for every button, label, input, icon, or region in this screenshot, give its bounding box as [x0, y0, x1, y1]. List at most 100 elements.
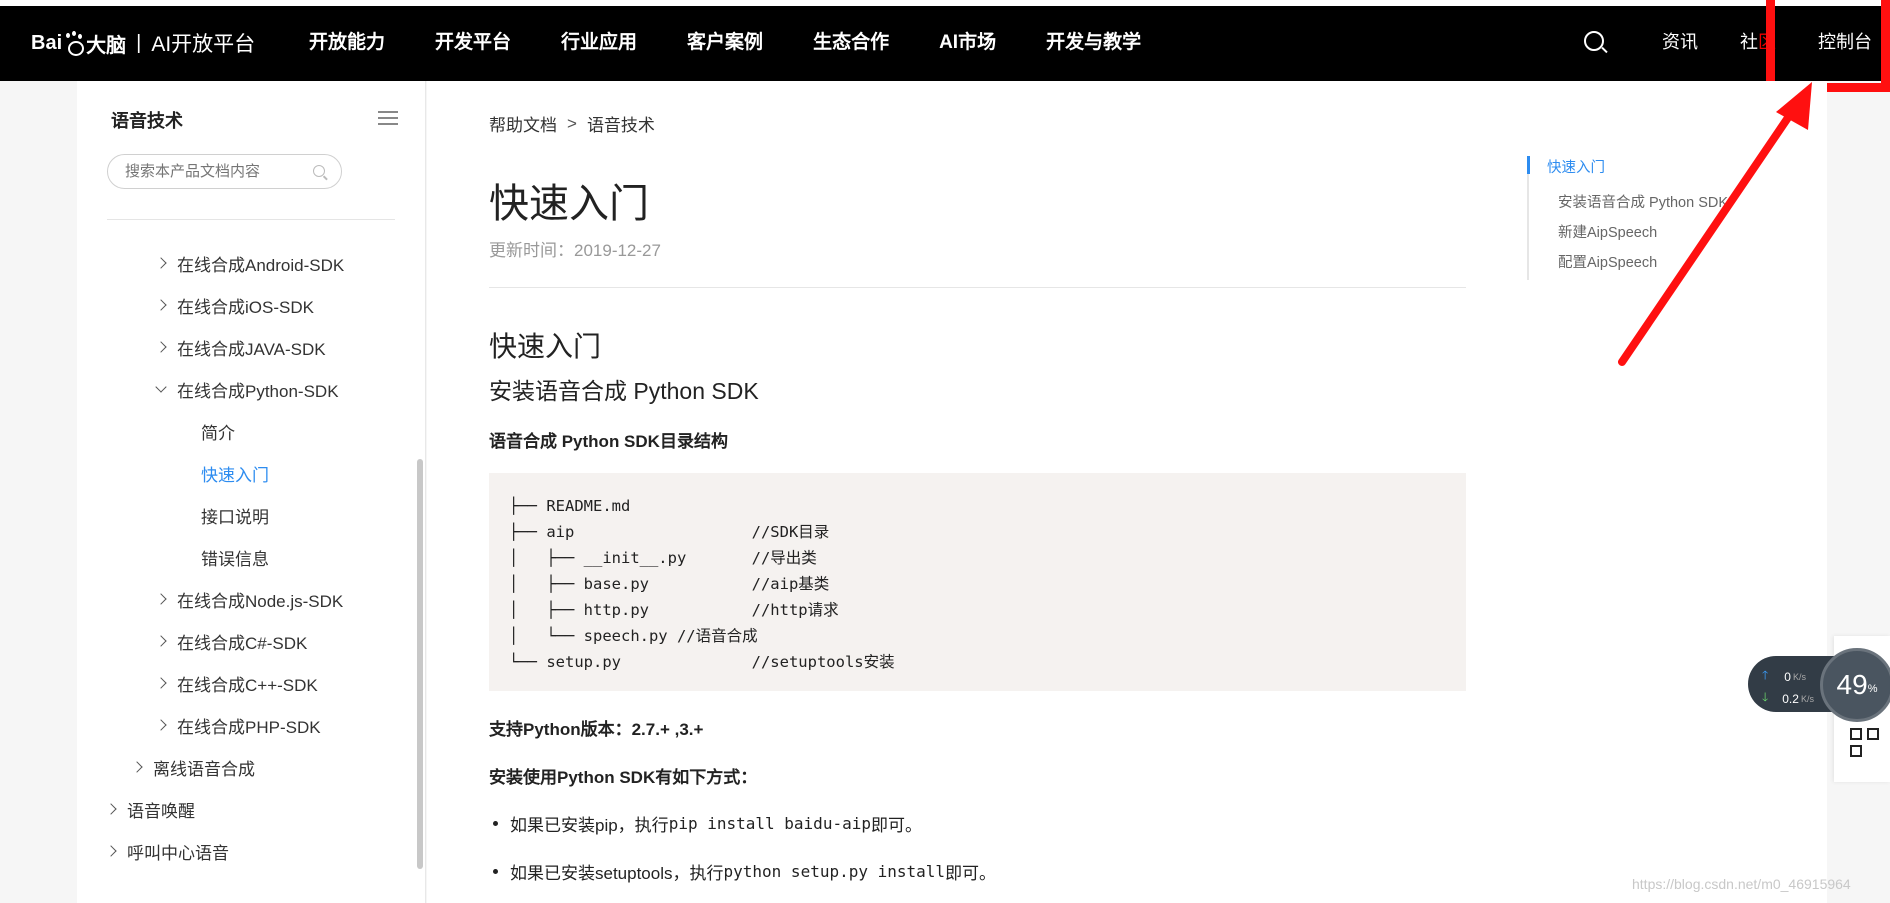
tree-item-csharp-sdk[interactable]: 在线合成C#-SDK	[155, 629, 308, 653]
bullet-dot	[493, 821, 498, 826]
section-heading: 快速入门	[489, 331, 602, 362]
tree-item-quickstart[interactable]: 快速入门	[201, 461, 269, 485]
tree-item-nodejs-sdk[interactable]: 在线合成Node.js-SDK	[155, 587, 344, 611]
bullet-dot	[493, 869, 498, 874]
python-version-support: 支持Python版本：2.7.+ ,3.+	[489, 720, 704, 739]
tree-item-api[interactable]: 接口说明	[201, 503, 269, 527]
tree-item-label: 呼叫中心语音	[127, 843, 229, 863]
tree-item-intro[interactable]: 简介	[201, 419, 235, 443]
arrow-down-icon: 🡓	[1762, 690, 1769, 704]
nav-item-dev-teaching[interactable]: 开发与教学	[1046, 27, 1141, 54]
tree-item-label: 在线合成C++-SDK	[177, 675, 318, 695]
chevron-right-icon	[155, 257, 167, 269]
list-item: 如果已安装setuptools，执行 python setup.py instal…	[493, 859, 996, 884]
tree-item-python-sdk[interactable]: 在线合成Python-SDK	[155, 377, 339, 401]
inline-code: pip install baidu-aip	[668, 814, 871, 833]
chevron-right-icon	[155, 341, 167, 353]
dir-structure-title: 语音合成 Python SDK目录结构	[489, 432, 728, 451]
arrow-up-icon: 🡑	[1762, 668, 1769, 682]
memory-usage-ball[interactable]: 49%	[1820, 648, 1890, 722]
code-line: └── setup.py //setuptools安装	[509, 653, 895, 671]
sidebar-search-icon[interactable]	[313, 165, 325, 177]
tree-item-label: 在线合成PHP-SDK	[177, 717, 321, 737]
tree-item-label: 在线合成iOS-SDK	[177, 297, 314, 317]
menu-icon[interactable]	[378, 111, 398, 125]
breadcrumb-separator: >	[567, 113, 577, 133]
code-line: │ ├── base.py //aip基类	[509, 575, 830, 593]
download-value: 0.2	[1782, 691, 1799, 706]
annotation-arrow	[1618, 82, 1812, 366]
bullet-text: 如果已安装setuptools，执行	[510, 864, 724, 883]
search-icon[interactable]	[1584, 30, 1604, 51]
tree-item-label: 离线语音合成	[153, 759, 255, 779]
bullet-text: 即可。	[945, 864, 997, 883]
code-line: │ ├── __init__.py //导出类	[509, 549, 817, 567]
sidebar-title: 语音技术	[111, 111, 183, 131]
install-methods-title: 安装使用Python SDK有如下方式：	[489, 768, 758, 787]
logo-text-right: 大脑	[86, 34, 127, 57]
subsection-heading: 安装语音合成 Python SDK	[489, 378, 759, 404]
list-item: 如果已安装pip，执行 pip install baidu-aip 即可。	[493, 811, 922, 836]
sidebar-divider	[107, 219, 395, 220]
chevron-right-icon	[155, 593, 167, 605]
doc-sidebar: 语音技术 在线合成Android-SDK 在线合成iOS-SDK 在线合成JAV…	[77, 81, 426, 903]
breadcrumb-help-docs[interactable]: 帮助文档	[489, 111, 557, 136]
upload-unit: K/s	[1792, 671, 1806, 682]
watermark: https://blog.csdn.net/m0_46915964	[1632, 876, 1851, 892]
download-unit: K/s	[1800, 693, 1814, 704]
sidebar-search-input[interactable]	[107, 154, 342, 189]
update-time: 更新时间：2019-12-27	[489, 241, 661, 260]
toc-active-indicator	[1527, 156, 1530, 174]
community-text-a: 社	[1740, 31, 1758, 52]
paw-icon	[63, 32, 85, 56]
tree-item-ios-sdk[interactable]: 在线合成iOS-SDK	[155, 293, 314, 317]
chevron-right-icon	[155, 677, 167, 689]
bullet-text: 即可。	[870, 816, 922, 835]
page-title: 快速入门	[489, 182, 649, 226]
code-line: │ ├── http.py //http请求	[509, 601, 839, 619]
tree-item-label: 在线合成JAVA-SDK	[177, 339, 326, 359]
upload-value: 0	[1784, 669, 1791, 684]
logo-platform: AI开放平台	[151, 33, 256, 56]
logo-separator: |	[136, 31, 142, 54]
nav-item-ecosystem[interactable]: 生态合作	[813, 27, 889, 54]
tree-item-php-sdk[interactable]: 在线合成PHP-SDK	[155, 713, 321, 737]
logo-text-left: Bai	[31, 31, 63, 54]
nav-item-dev-platform[interactable]: 开发平台	[435, 27, 511, 54]
baidu-ai-logo[interactable]: Bai 大脑 | AI开放平台	[31, 30, 256, 57]
upload-speed: 🡑 0 K/s	[1762, 666, 1806, 687]
tree-item-callcenter[interactable]: 呼叫中心语音	[105, 839, 229, 863]
code-line: ├── aip //SDK目录	[509, 523, 830, 541]
chevron-right-icon	[155, 719, 167, 731]
breadcrumb-speech-tech[interactable]: 语音技术	[587, 111, 655, 136]
download-speed: 🡓 0.2 K/s	[1762, 688, 1814, 709]
tree-item-offline-tts[interactable]: 离线语音合成	[131, 755, 255, 779]
chevron-right-icon	[105, 845, 117, 857]
tree-item-android-sdk[interactable]: 在线合成Android-SDK	[155, 251, 344, 275]
sidebar-scrollbar[interactable]	[417, 459, 423, 869]
usage-percent: 49	[1836, 669, 1868, 700]
chevron-right-icon	[105, 803, 117, 815]
qrcode-icon[interactable]	[1850, 728, 1880, 758]
nav-item-ai-market[interactable]: AI市场	[939, 27, 996, 54]
tree-item-java-sdk[interactable]: 在线合成JAVA-SDK	[155, 335, 326, 359]
chevron-right-icon	[155, 299, 167, 311]
nav-item-cases[interactable]: 客户案例	[687, 27, 763, 54]
tree-item-cpp-sdk[interactable]: 在线合成C++-SDK	[155, 671, 318, 695]
nav-news[interactable]: 资讯	[1662, 28, 1698, 54]
tree-item-wakeup[interactable]: 语音唤醒	[105, 797, 195, 821]
tree-item-label: 在线合成C#-SDK	[177, 633, 308, 653]
code-block: ├── README.md ├── aip //SDK目录 │ ├── __in…	[489, 473, 1466, 691]
chevron-down-icon	[155, 381, 167, 393]
nav-item-industry[interactable]: 行业应用	[561, 27, 637, 54]
code-line: │ └── speech.py //语音合成	[509, 627, 758, 645]
nav-item-open-capability[interactable]: 开放能力	[309, 27, 385, 54]
tree-item-label: 在线合成Node.js-SDK	[177, 591, 344, 611]
toc-item-quickstart[interactable]: 快速入门	[1547, 156, 1605, 177]
chevron-right-icon	[131, 761, 143, 773]
tree-item-errors[interactable]: 错误信息	[201, 545, 269, 569]
chevron-right-icon	[155, 635, 167, 647]
content-divider	[489, 287, 1466, 288]
breadcrumb: 帮助文档 > 语音技术	[489, 111, 655, 136]
tree-item-label: 在线合成Python-SDK	[177, 381, 339, 401]
